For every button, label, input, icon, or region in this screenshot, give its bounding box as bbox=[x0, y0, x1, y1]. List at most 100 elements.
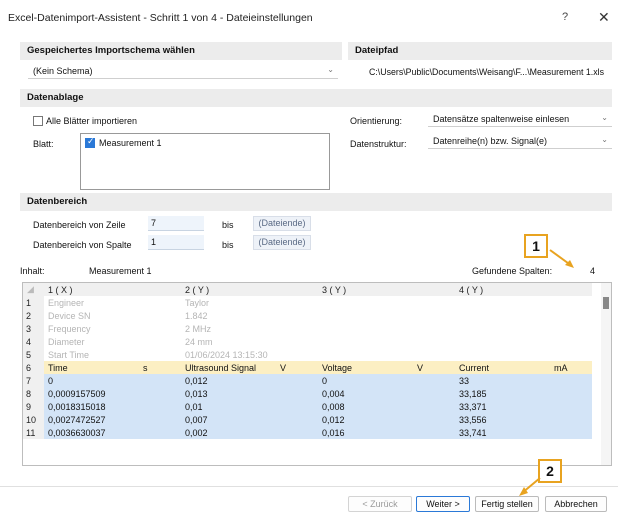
table-cell[interactable] bbox=[276, 309, 318, 322]
orientation-select[interactable]: Datensätze spaltenweise einlesen ⌄ bbox=[428, 112, 612, 127]
table-cell[interactable]: 33,741 bbox=[455, 426, 550, 439]
table-cell[interactable] bbox=[318, 309, 413, 322]
table-cell[interactable] bbox=[413, 309, 455, 322]
table-cell[interactable] bbox=[413, 322, 455, 335]
table-cell[interactable]: 0,002 bbox=[181, 426, 276, 439]
column-header[interactable] bbox=[139, 283, 181, 296]
help-icon[interactable]: ? bbox=[562, 11, 568, 23]
table-row[interactable]: 10 0,0027472527 0,007 0,012 33,556 bbox=[23, 413, 592, 426]
column-header[interactable]: 2 ( Y ) bbox=[181, 283, 276, 296]
table-cell[interactable] bbox=[139, 348, 181, 361]
table-cell[interactable]: 33,371 bbox=[455, 400, 550, 413]
table-cell[interactable] bbox=[550, 322, 592, 335]
table-cell[interactable] bbox=[276, 387, 318, 400]
scroll-thumb[interactable] bbox=[603, 297, 609, 309]
table-cell[interactable]: Frequency bbox=[44, 322, 139, 335]
table-cell[interactable]: Device SN bbox=[44, 309, 139, 322]
table-cell[interactable] bbox=[139, 426, 181, 439]
table-cell[interactable] bbox=[318, 296, 413, 309]
table-cell[interactable]: Engineer bbox=[44, 296, 139, 309]
col-range-input[interactable]: 1 bbox=[148, 235, 204, 250]
table-cell[interactable] bbox=[413, 387, 455, 400]
table-cell[interactable] bbox=[455, 348, 550, 361]
table-cell[interactable]: 1.842 bbox=[181, 309, 276, 322]
table-row[interactable]: 8 0,0009157509 0,013 0,004 33,185 bbox=[23, 387, 592, 400]
table-cell[interactable]: Start Time bbox=[44, 348, 139, 361]
table-cell[interactable] bbox=[139, 387, 181, 400]
table-cell[interactable] bbox=[276, 348, 318, 361]
table-row[interactable]: 4 Diameter 24 mm bbox=[23, 335, 592, 348]
table-cell[interactable]: 0,0027472527 bbox=[44, 413, 139, 426]
table-cell[interactable]: 0,012 bbox=[181, 374, 276, 387]
table-cell[interactable] bbox=[455, 309, 550, 322]
table-row[interactable]: 9 0,0018315018 0,01 0,008 33,371 bbox=[23, 400, 592, 413]
next-button[interactable]: Weiter > bbox=[416, 496, 470, 512]
row-number[interactable]: 4 bbox=[23, 335, 44, 348]
table-cell[interactable] bbox=[413, 400, 455, 413]
row-number[interactable]: 7 bbox=[23, 374, 44, 387]
table-cell[interactable] bbox=[318, 335, 413, 348]
table-cell[interactable] bbox=[276, 322, 318, 335]
table-cell[interactable]: 0,0018315018 bbox=[44, 400, 139, 413]
row-number[interactable]: 6 bbox=[23, 361, 44, 374]
sheet-item[interactable]: Measurement 1 bbox=[99, 138, 162, 148]
table-cell[interactable] bbox=[550, 426, 592, 439]
table-cell[interactable]: Taylor bbox=[181, 296, 276, 309]
table-cell[interactable]: V bbox=[413, 361, 455, 374]
table-cell[interactable]: 0,0009157509 bbox=[44, 387, 139, 400]
sheet-checkbox[interactable] bbox=[85, 136, 95, 148]
table-cell[interactable]: 0,01 bbox=[181, 400, 276, 413]
table-cell[interactable]: 2 MHz bbox=[181, 322, 276, 335]
column-header[interactable]: 3 ( Y ) bbox=[318, 283, 413, 296]
table-cell[interactable] bbox=[455, 335, 550, 348]
table-cell[interactable] bbox=[318, 348, 413, 361]
table-cell[interactable] bbox=[139, 374, 181, 387]
table-row[interactable]: 11 0,0036630037 0,002 0,016 33,741 bbox=[23, 426, 592, 439]
table-cell[interactable] bbox=[139, 296, 181, 309]
table-row[interactable]: 3 Frequency 2 MHz bbox=[23, 322, 592, 335]
column-header[interactable] bbox=[550, 283, 592, 296]
table-cell[interactable]: Current bbox=[455, 361, 550, 374]
column-header[interactable] bbox=[276, 283, 318, 296]
row-number[interactable]: 9 bbox=[23, 400, 44, 413]
table-cell[interactable] bbox=[276, 374, 318, 387]
table-cell[interactable] bbox=[550, 348, 592, 361]
table-cell[interactable] bbox=[276, 335, 318, 348]
table-cell[interactable]: 0,007 bbox=[181, 413, 276, 426]
table-cell[interactable] bbox=[413, 296, 455, 309]
table-cell[interactable] bbox=[550, 296, 592, 309]
select-all-corner[interactable]: ◢ bbox=[23, 283, 44, 296]
table-cell[interactable]: 33,556 bbox=[455, 413, 550, 426]
table-cell[interactable] bbox=[455, 322, 550, 335]
table-cell[interactable]: 0,0036630037 bbox=[44, 426, 139, 439]
table-cell[interactable]: Time bbox=[44, 361, 139, 374]
table-cell[interactable] bbox=[550, 413, 592, 426]
table-cell[interactable] bbox=[139, 400, 181, 413]
row-number[interactable]: 8 bbox=[23, 387, 44, 400]
table-cell[interactable]: s bbox=[139, 361, 181, 374]
table-row[interactable]: 6 Time s Ultrasound Signal V Voltage V Current m… bbox=[23, 361, 592, 374]
table-cell[interactable] bbox=[139, 322, 181, 335]
table-cell[interactable]: 24 mm bbox=[181, 335, 276, 348]
table-cell[interactable] bbox=[550, 335, 592, 348]
table-cell[interactable] bbox=[413, 335, 455, 348]
table-cell[interactable]: 0 bbox=[318, 374, 413, 387]
table-cell[interactable] bbox=[455, 296, 550, 309]
row-number[interactable]: 5 bbox=[23, 348, 44, 361]
table-cell[interactable] bbox=[413, 426, 455, 439]
table-cell[interactable] bbox=[276, 400, 318, 413]
table-cell[interactable]: 33 bbox=[455, 374, 550, 387]
row-end-input[interactable]: (Dateiende) bbox=[253, 216, 311, 231]
table-row[interactable]: 1 Engineer Taylor bbox=[23, 296, 592, 309]
table-cell[interactable] bbox=[276, 413, 318, 426]
row-number[interactable]: 2 bbox=[23, 309, 44, 322]
table-row[interactable]: 5 Start Time 01/06/2024 13:15:30 bbox=[23, 348, 592, 361]
back-button[interactable]: < Zurück bbox=[348, 496, 412, 512]
table-cell[interactable] bbox=[413, 348, 455, 361]
preview-grid[interactable]: ◢ 1 ( X ) 2 ( Y ) 3 ( Y ) 4 ( Y ) 1 Engineer Ta… bbox=[22, 282, 612, 466]
grid-scrollbar[interactable] bbox=[601, 283, 611, 465]
table-cell[interactable]: V bbox=[276, 361, 318, 374]
table-cell[interactable]: Diameter bbox=[44, 335, 139, 348]
column-header[interactable] bbox=[413, 283, 455, 296]
table-row[interactable]: 7 0 0,012 0 33 bbox=[23, 374, 592, 387]
